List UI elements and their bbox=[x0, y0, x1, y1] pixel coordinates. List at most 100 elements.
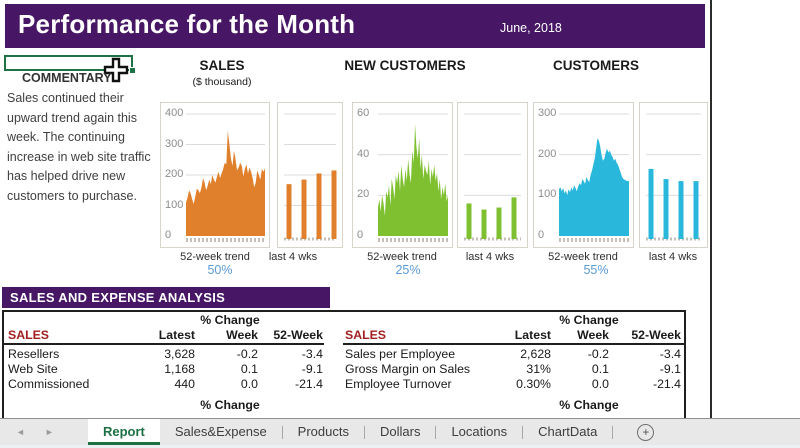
cell-week[interactable]: -0.2 bbox=[557, 347, 609, 361]
left-table-header-rule bbox=[2, 343, 324, 345]
col-header-latest[interactable]: Latest bbox=[475, 328, 551, 342]
right-pct-change-footer[interactable]: % Change bbox=[539, 398, 639, 412]
col-header-52week[interactable]: 52-Week bbox=[620, 328, 681, 342]
cell-latest[interactable]: 1,168 bbox=[120, 362, 195, 376]
cell-52week[interactable]: -3.4 bbox=[260, 347, 323, 361]
bar bbox=[287, 184, 292, 239]
y-axis-tick-label: 100 bbox=[165, 199, 183, 211]
commentary-heading: COMMENTARY bbox=[22, 71, 112, 85]
trend-area-plot bbox=[353, 103, 452, 247]
row-label[interactable]: Resellers bbox=[8, 347, 59, 361]
table-row: Commissioned 440 0.0 -21.4 Employee Turn… bbox=[0, 377, 686, 392]
area-series bbox=[186, 131, 265, 236]
y-axis-tick-label: 400 bbox=[165, 107, 183, 119]
bar bbox=[649, 169, 654, 239]
tab-scroll-left-icon[interactable]: ◄ bbox=[16, 427, 25, 437]
y-axis-tick-label: 0 bbox=[165, 229, 171, 241]
new-customers-percent-value[interactable]: 25% bbox=[358, 263, 458, 278]
bar bbox=[467, 203, 472, 239]
table-border-top bbox=[2, 310, 686, 312]
sheet-tab-products[interactable]: Products bbox=[283, 419, 364, 445]
cell-latest[interactable]: 0.30% bbox=[475, 377, 551, 391]
cell-latest[interactable]: 3,628 bbox=[120, 347, 195, 361]
cell-latest[interactable]: 31% bbox=[475, 362, 551, 376]
last4-bar-plot bbox=[278, 103, 342, 247]
spreadsheet-report-view: Performance for the Month June, 2018 COM… bbox=[0, 0, 800, 448]
fill-handle[interactable] bbox=[129, 67, 136, 74]
new-sheet-button[interactable]: + bbox=[637, 424, 654, 441]
cell-week[interactable]: 0.1 bbox=[557, 362, 609, 376]
bar bbox=[317, 173, 322, 239]
row-label[interactable]: Gross Margin on Sales bbox=[345, 362, 470, 376]
bar bbox=[482, 210, 487, 239]
sheet-tab-sales-expense[interactable]: Sales&Expense bbox=[160, 419, 282, 445]
cell-latest[interactable]: 440 bbox=[120, 377, 195, 391]
page-title: Performance for the Month bbox=[18, 9, 355, 40]
tab-scroll-right-icon[interactable]: ► bbox=[45, 427, 54, 437]
y-axis-tick-label: 200 bbox=[538, 148, 556, 160]
bar bbox=[497, 208, 502, 239]
y-axis-tick-label: 0 bbox=[538, 229, 544, 241]
new-customers-trend-chart[interactable]: 0204060 bbox=[352, 102, 453, 248]
y-axis-tick-label: 300 bbox=[538, 107, 556, 119]
sales-trend-chart[interactable]: 0 100 200 300 400 bbox=[160, 102, 270, 248]
customers-trend-chart[interactable]: 0 100 200 300 bbox=[533, 102, 634, 248]
sheet-tab-chartdata[interactable]: ChartData bbox=[523, 419, 612, 445]
table-row: Web Site 1,168 0.1 -9.1 Gross Margin on … bbox=[0, 362, 686, 377]
bar bbox=[302, 180, 307, 239]
right-section-label[interactable]: SALES bbox=[345, 328, 386, 342]
cell-52week[interactable]: -21.4 bbox=[620, 377, 681, 391]
cell-week[interactable]: 0.0 bbox=[557, 377, 609, 391]
customers-chart-title: CUSTOMERS bbox=[536, 58, 656, 74]
table-header-row: SALES Latest Week 52-Week SALES Latest W… bbox=[0, 328, 686, 343]
right-pct-change-header[interactable]: % Change bbox=[539, 313, 639, 327]
cell-week[interactable]: -0.2 bbox=[206, 347, 258, 361]
left-pct-change-footer[interactable]: % Change bbox=[180, 398, 280, 412]
y-axis-tick-label: 300 bbox=[165, 138, 183, 150]
y-axis-tick-label: 200 bbox=[165, 168, 183, 180]
report-date: June, 2018 bbox=[500, 21, 562, 35]
sales-last4-chart[interactable] bbox=[277, 102, 343, 248]
new-customers-chart-title: NEW CUSTOMERS bbox=[335, 58, 475, 74]
row-label[interactable]: Commissioned bbox=[8, 377, 89, 391]
row-label[interactable]: Employee Turnover bbox=[345, 377, 452, 391]
report-header-banner: Performance for the Month June, 2018 bbox=[5, 4, 705, 48]
col-header-week[interactable]: Week bbox=[557, 328, 609, 342]
tab-nav-arrows: ◄ ► bbox=[0, 419, 88, 445]
col-header-latest[interactable]: Latest bbox=[120, 328, 195, 342]
cell-latest[interactable]: 2,628 bbox=[475, 347, 551, 361]
col-header-52week[interactable]: 52-Week bbox=[260, 328, 323, 342]
left-section-label[interactable]: SALES bbox=[8, 328, 49, 342]
cell-week[interactable]: 0.0 bbox=[206, 377, 258, 391]
customers-last4-chart[interactable] bbox=[639, 102, 708, 248]
row-label[interactable]: Web Site bbox=[8, 362, 58, 376]
col-header-week[interactable]: Week bbox=[206, 328, 258, 342]
sales-percent-value[interactable]: 50% bbox=[170, 263, 270, 278]
cell-week[interactable]: 0.1 bbox=[206, 362, 258, 376]
new-customers-last4-chart[interactable] bbox=[457, 102, 528, 248]
table-row: % Change % Change bbox=[0, 313, 686, 328]
bar bbox=[679, 181, 684, 239]
customers-percent-value[interactable]: 55% bbox=[546, 263, 646, 278]
cell-52week[interactable]: -3.4 bbox=[620, 347, 681, 361]
left-pct-change-header[interactable]: % Change bbox=[180, 313, 280, 327]
cell-52week[interactable]: -21.4 bbox=[260, 377, 323, 391]
cell-52week[interactable]: -9.1 bbox=[620, 362, 681, 376]
tab-separator bbox=[612, 426, 613, 439]
sheet-tab-report[interactable]: Report bbox=[88, 419, 160, 445]
sheet-tab-locations[interactable]: Locations bbox=[436, 419, 522, 445]
report-right-border bbox=[710, 0, 712, 418]
last4-bar-plot bbox=[640, 103, 707, 247]
y-axis-tick-label: 100 bbox=[538, 188, 556, 200]
cell-52week[interactable]: -9.1 bbox=[260, 362, 323, 376]
y-axis-tick-label: 60 bbox=[357, 107, 369, 119]
sheet-tab-dollars[interactable]: Dollars bbox=[365, 419, 435, 445]
bar bbox=[332, 170, 337, 239]
row-label[interactable]: Sales per Employee bbox=[345, 347, 455, 361]
section-banner: SALES AND EXPENSE ANALYSIS bbox=[2, 287, 330, 308]
bar bbox=[664, 179, 669, 239]
commentary-text[interactable]: Sales continued their upward trend again… bbox=[7, 89, 159, 206]
area-series bbox=[559, 138, 629, 236]
y-axis-tick-label: 20 bbox=[357, 188, 369, 200]
y-axis-tick-label: 40 bbox=[357, 148, 369, 160]
